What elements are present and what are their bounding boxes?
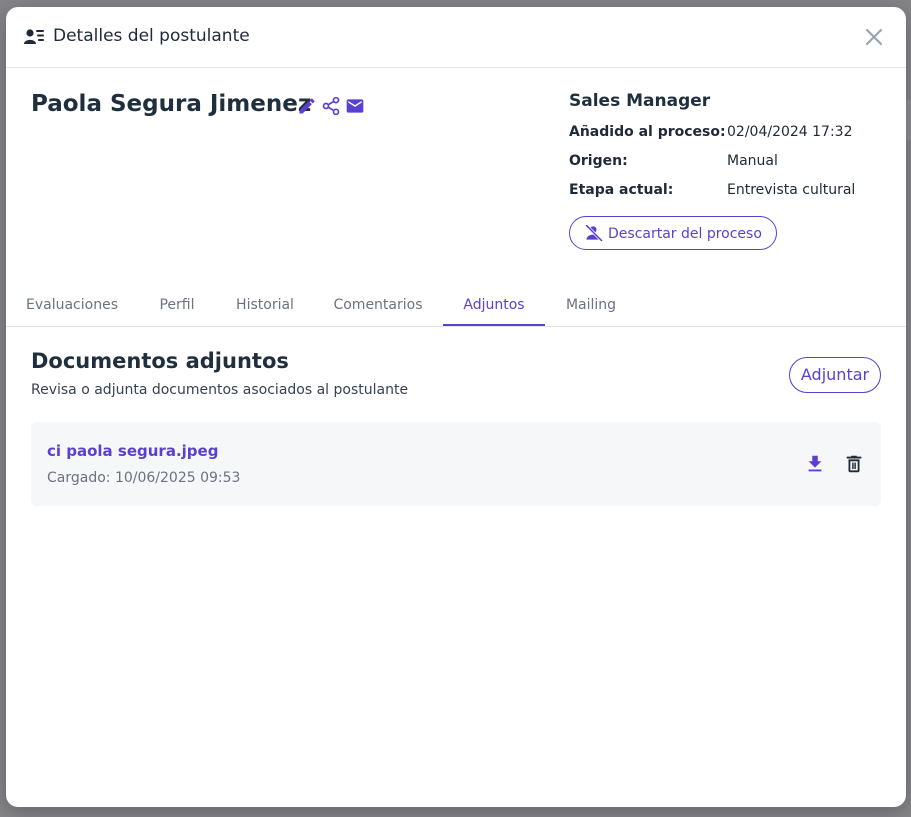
attachment-upload-date: Cargado: 10/06/2025 09:53 (47, 470, 241, 486)
section-subtitle: Revisa o adjunta documentos asociados al… (31, 382, 409, 398)
candidate-details-modal: Detalles del postulante Paola Segura Jim… (6, 7, 906, 807)
person-list-icon (24, 27, 46, 47)
modal-header: Detalles del postulante (6, 7, 906, 68)
tab-evaluaciones[interactable]: Evaluaciones (18, 291, 126, 325)
stage-value: Entrevista cultural (727, 182, 856, 198)
tab-bar: Evaluaciones Perfil Historial Comentario… (6, 291, 906, 327)
tab-mailing[interactable]: Mailing (556, 291, 626, 325)
modal-title: Detalles del postulante (53, 26, 250, 46)
person-off-icon (584, 222, 604, 242)
close-icon[interactable] (862, 25, 886, 49)
origin-value: Manual (727, 153, 778, 169)
tab-perfil[interactable]: Perfil (148, 291, 206, 325)
share-icon[interactable] (321, 96, 341, 116)
discard-button[interactable]: Descartar del proceso (569, 216, 777, 250)
trash-icon[interactable] (843, 453, 865, 475)
attach-button[interactable]: Adjuntar (789, 357, 881, 393)
added-label: Añadido al proceso: (569, 124, 726, 140)
edit-icon[interactable] (297, 96, 317, 116)
stage-label: Etapa actual: (569, 182, 674, 198)
download-icon[interactable] (804, 453, 826, 475)
attachment-name[interactable]: ci paola segura.jpeg (47, 442, 218, 460)
origin-label: Origen: (569, 153, 628, 169)
tab-comentarios[interactable]: Comentarios (324, 291, 432, 325)
email-icon[interactable] (345, 96, 365, 116)
discard-label: Descartar del proceso (608, 226, 762, 242)
section-title: Documentos adjuntos (31, 349, 289, 373)
job-title: Sales Manager (569, 91, 711, 111)
added-value: 02/04/2024 17:32 (727, 124, 853, 140)
tab-adjuntos[interactable]: Adjuntos (443, 291, 545, 326)
attachment-card: ci paola segura.jpeg Cargado: 10/06/2025… (31, 422, 881, 506)
candidate-name: Paola Segura Jimenez (31, 91, 312, 117)
job-info: Sales Manager Añadido al proceso: 02/04/… (569, 91, 889, 250)
tab-historial[interactable]: Historial (226, 291, 304, 325)
